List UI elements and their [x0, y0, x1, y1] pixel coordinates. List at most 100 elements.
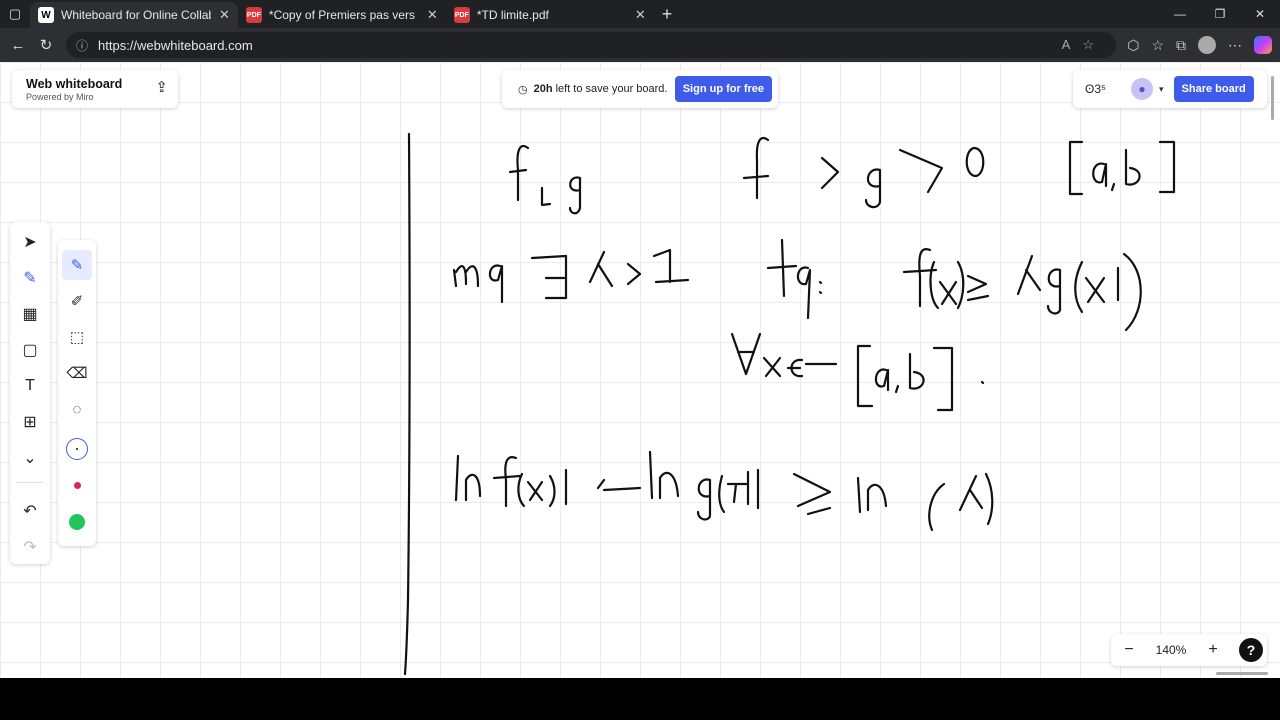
ink-stroke — [1084, 276, 1106, 304]
reactions-icon[interactable]: ʘ3⁵ — [1085, 82, 1131, 96]
browser-extras: ⬡ ☆ ⧉ ⋯ — [1127, 28, 1272, 62]
ink-stroke — [820, 156, 840, 190]
pdf-favicon-icon: PDF — [245, 7, 262, 23]
copilot-icon[interactable] — [1254, 36, 1272, 54]
reload-icon[interactable]: ↻ — [32, 36, 60, 54]
ink-stroke — [726, 482, 748, 504]
sticky-note-icon[interactable]: ▢ — [14, 334, 46, 366]
ink-stroke — [766, 238, 798, 298]
ink-stroke — [658, 471, 680, 500]
ink-stroke — [568, 176, 582, 215]
ink-stroke — [956, 260, 965, 310]
shapes-icon[interactable]: ⊞ — [14, 406, 46, 438]
ink-stroke — [864, 168, 882, 209]
url-text: https://webwhiteboard.com — [98, 37, 253, 53]
tab-title: *Copy of Premiers pas vers les ma — [268, 8, 419, 22]
close-icon[interactable]: ✕ — [635, 7, 646, 23]
more-icon[interactable]: ⌄ — [14, 442, 46, 474]
ink-stroke — [762, 356, 782, 378]
tab-whiteboard[interactable]: W Whiteboard for Online Collaborati ✕ — [30, 2, 238, 28]
save-hours: 20h — [533, 83, 553, 95]
ink-stroke — [730, 332, 762, 376]
save-text: left to save your board. — [555, 83, 668, 95]
collaboration-panel: ʘ3⁵ ● ▾ Share board — [1073, 70, 1267, 108]
redo-icon[interactable]: ↷ — [14, 531, 46, 563]
back-icon[interactable]: ← — [4, 37, 32, 54]
address-bar[interactable]: ⓘ https://webwhiteboard.com A☆ — [66, 32, 1116, 58]
horizontal-scrollbar[interactable] — [1216, 672, 1268, 675]
ink-stroke — [980, 380, 985, 385]
undo-icon[interactable]: ↶ — [14, 495, 46, 527]
ink-stroke — [488, 264, 504, 304]
ink-stroke — [742, 136, 770, 200]
zoom-in-icon[interactable]: + — [1195, 641, 1231, 659]
color-swatch-green[interactable] — [69, 514, 85, 530]
ink-stroke — [958, 474, 984, 512]
sign-up-button[interactable]: Sign up for free — [674, 76, 772, 102]
vertical-scrollbar[interactable] — [1271, 76, 1274, 120]
ink-stroke — [517, 472, 526, 508]
color-swatch-black[interactable] — [66, 438, 88, 460]
user-avatar[interactable]: ● — [1131, 78, 1153, 100]
ink-stroke — [746, 468, 760, 510]
text-icon[interactable]: T — [14, 370, 46, 402]
ink-stroke — [1158, 140, 1176, 194]
divider-line — [403, 132, 411, 676]
zoom-level[interactable]: 140% — [1147, 643, 1195, 657]
lasso-icon[interactable]: ◌ — [62, 394, 92, 424]
extensions-icon[interactable]: ⬡ — [1127, 37, 1139, 54]
pen-icon[interactable]: ✎ — [14, 262, 46, 294]
tab-td-limite[interactable]: PDF *TD limite.pdf ✕ — [446, 2, 654, 28]
ink-stroke — [1046, 268, 1062, 315]
site-info-icon[interactable]: ⓘ — [76, 37, 88, 54]
tab-title: *TD limite.pdf — [476, 8, 549, 22]
ink-stroke — [526, 480, 544, 502]
maximize-icon[interactable]: ❐ — [1200, 0, 1240, 28]
ink-stroke — [530, 254, 568, 300]
smart-draw-icon[interactable]: ⬚ — [62, 322, 92, 352]
collections-icon[interactable]: ⧉ — [1176, 37, 1186, 54]
ink-stroke — [596, 478, 642, 492]
ink-stroke — [1074, 260, 1084, 314]
ink-stroke — [1068, 140, 1084, 196]
close-icon[interactable]: ✕ — [427, 7, 438, 23]
clock-icon: ◷ — [518, 83, 528, 96]
zoom-out-icon[interactable]: − — [1111, 641, 1147, 659]
tab-premiers-pas[interactable]: PDF *Copy of Premiers pas vers les ma ✕ — [238, 2, 446, 28]
read-aloud-favorite-icons[interactable]: A☆ — [1062, 37, 1106, 53]
whiteboard-canvas[interactable]: Web whiteboard Powered by Miro ⇪ ◷ 20h l… — [0, 62, 1280, 678]
ink-stroke — [464, 473, 482, 502]
brand-panel: Web whiteboard Powered by Miro ⇪ — [12, 70, 178, 108]
ink-stroke — [454, 454, 460, 502]
ink-stroke — [696, 478, 712, 521]
ink-stroke — [908, 352, 925, 390]
ink-stroke — [452, 265, 480, 288]
profile-avatar[interactable] — [1198, 36, 1216, 54]
window-controls: — ❐ ✕ — [1160, 0, 1280, 28]
chevron-down-icon[interactable]: ▾ — [1159, 84, 1164, 95]
eraser-icon[interactable]: ⌫ — [62, 358, 92, 388]
minimize-icon[interactable]: — — [1160, 0, 1200, 28]
ink-stroke — [626, 262, 642, 286]
highlighter-icon[interactable]: ✐ — [62, 286, 92, 316]
favorites-icon[interactable]: ☆ — [1151, 37, 1164, 54]
tab-actions-icon[interactable]: ▢ — [0, 0, 30, 28]
pen-icon[interactable]: ✎ — [62, 250, 92, 280]
handwritten-math — [403, 132, 1176, 676]
ink-stroke — [932, 346, 954, 412]
templates-icon[interactable]: ▦ — [14, 298, 46, 330]
close-icon[interactable]: ✕ — [219, 7, 230, 23]
ink-stroke — [540, 186, 552, 207]
toolbar-divider — [17, 482, 43, 483]
select-icon[interactable]: ➤ — [14, 226, 46, 258]
ink-stroke — [792, 472, 832, 516]
help-button[interactable]: ? — [1239, 638, 1263, 662]
ink-stroke — [965, 146, 985, 178]
menu-icon[interactable]: ⋯ — [1228, 37, 1242, 54]
color-swatch-red[interactable] — [66, 474, 88, 496]
export-icon[interactable]: ⇪ — [155, 78, 168, 96]
new-tab-icon[interactable]: + — [662, 4, 673, 25]
window-close-icon[interactable]: ✕ — [1240, 0, 1280, 28]
brand-title: Web whiteboard — [26, 76, 123, 91]
share-board-button[interactable]: Share board — [1173, 76, 1254, 102]
